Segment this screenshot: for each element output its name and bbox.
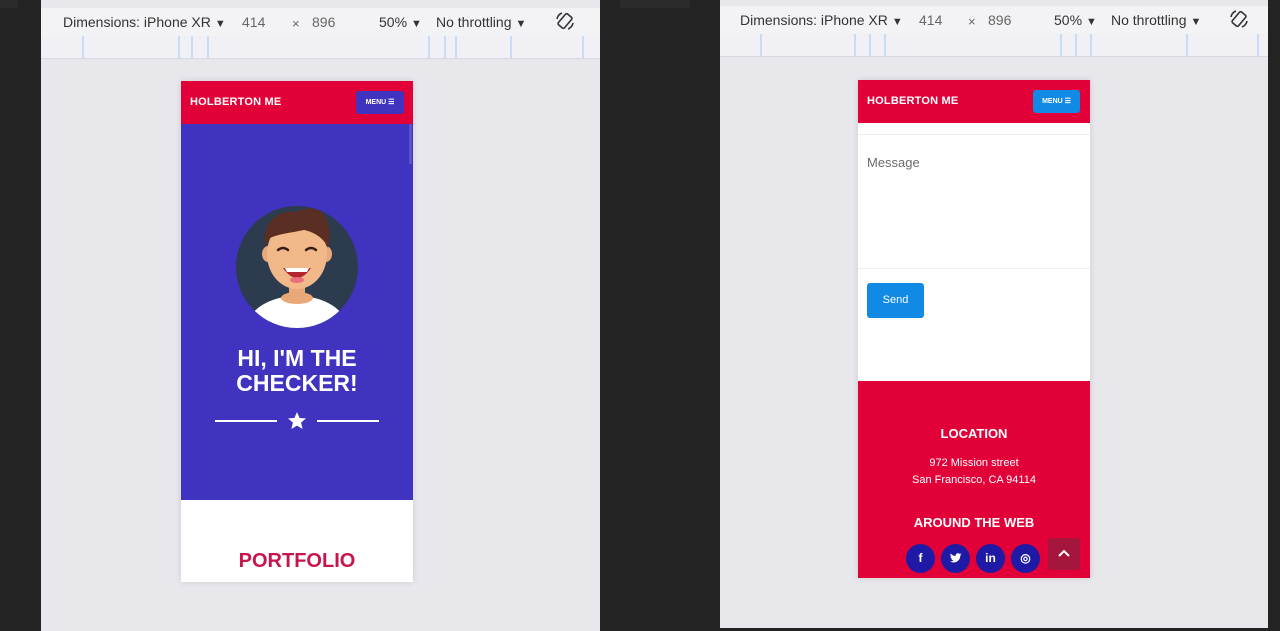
star-divider: [215, 411, 379, 431]
navbar: HOLBERTON ME MENU ☰: [858, 80, 1090, 123]
device-toolbar: Dimensions: iPhone XR ▼ 414 × 896 50% ▼ No…: [41, 8, 600, 36]
zoom-dropdown[interactable]: 50% ▼: [379, 14, 422, 30]
address-line: 972 Mission street: [929, 457, 1019, 469]
dropdown-caret-icon: ▼: [1086, 16, 1097, 28]
height-input[interactable]: 896: [312, 14, 335, 30]
rotate-icon[interactable]: [1229, 9, 1249, 29]
location-heading: LOCATION: [940, 426, 1008, 441]
star-icon: [288, 412, 306, 429]
dropdown-caret-icon: ▼: [1190, 16, 1202, 28]
message-textarea[interactable]: Message: [867, 155, 920, 170]
dimension-separator: ×: [292, 16, 300, 31]
dropdown-caret-icon: ▼: [515, 18, 527, 30]
dimensions-dropdown[interactable]: Dimensions: iPhone XR ▼: [740, 12, 903, 28]
dropdown-caret-icon: ▼: [214, 18, 226, 30]
twitter-icon[interactable]: [941, 544, 970, 573]
dribbble-icon[interactable]: ◎: [1011, 544, 1040, 573]
around-the-web-heading: AROUND THE WEB: [913, 515, 1035, 530]
scroll-to-top-button[interactable]: [1048, 538, 1080, 570]
throttling-dropdown[interactable]: No throttling ▼: [436, 14, 526, 30]
dimensions-dropdown[interactable]: Dimensions: iPhone XR ▼: [63, 14, 226, 30]
hero-section: HI, I'M THE CHECKER!: [181, 124, 413, 500]
menu-button[interactable]: MENU ☰: [356, 91, 404, 114]
zoom-dropdown[interactable]: 50% ▼: [1054, 12, 1097, 28]
footer: LOCATION 972 Mission street San Francisc…: [858, 381, 1090, 578]
device-viewport: HOLBERTON ME MENU ☰ HI, I'M THE CHECKER!…: [181, 81, 413, 582]
media-query-ruler: [41, 36, 600, 59]
width-input[interactable]: 414: [919, 12, 942, 28]
field-border: [858, 134, 1090, 135]
brand-logo[interactable]: HOLBERTON ME: [867, 95, 958, 107]
rotate-icon[interactable]: [555, 11, 575, 31]
facebook-icon[interactable]: f: [906, 544, 935, 573]
avatar: [236, 206, 358, 328]
address-line: San Francisco, CA 94114: [912, 474, 1036, 486]
field-border: [858, 268, 1090, 269]
send-button[interactable]: Send: [867, 283, 924, 318]
throttling-dropdown[interactable]: No throttling ▼: [1111, 12, 1201, 28]
hero-title: HI, I'M THE CHECKER!: [236, 345, 358, 396]
portfolio-heading: PORTFOLIO: [238, 550, 356, 572]
chevron-up-icon: [1058, 549, 1070, 557]
brand-logo[interactable]: HOLBERTON ME: [190, 96, 281, 108]
dropdown-caret-icon: ▼: [411, 18, 422, 30]
dimension-separator: ×: [968, 14, 976, 29]
media-query-ruler: [720, 34, 1268, 57]
menu-button[interactable]: MENU ☰: [1033, 90, 1080, 113]
height-input[interactable]: 896: [988, 12, 1011, 28]
navbar: HOLBERTON ME MENU ☰: [181, 81, 413, 124]
scrollbar[interactable]: [409, 124, 412, 164]
width-input[interactable]: 414: [242, 14, 265, 30]
dropdown-caret-icon: ▼: [891, 16, 903, 28]
linkedin-icon[interactable]: in: [976, 544, 1005, 573]
devtools-panel-right: Dimensions: iPhone XR ▼ 414 × 896 50% ▼ No…: [720, 0, 1268, 628]
device-toolbar: Dimensions: iPhone XR ▼ 414 × 896 50% ▼ No…: [720, 6, 1268, 34]
device-viewport: HOLBERTON ME MENU ☰ Message Send LOCATIO…: [858, 80, 1090, 578]
devtools-panel-left: Dimensions: iPhone XR ▼ 414 × 896 50% ▼ No…: [41, 0, 600, 631]
